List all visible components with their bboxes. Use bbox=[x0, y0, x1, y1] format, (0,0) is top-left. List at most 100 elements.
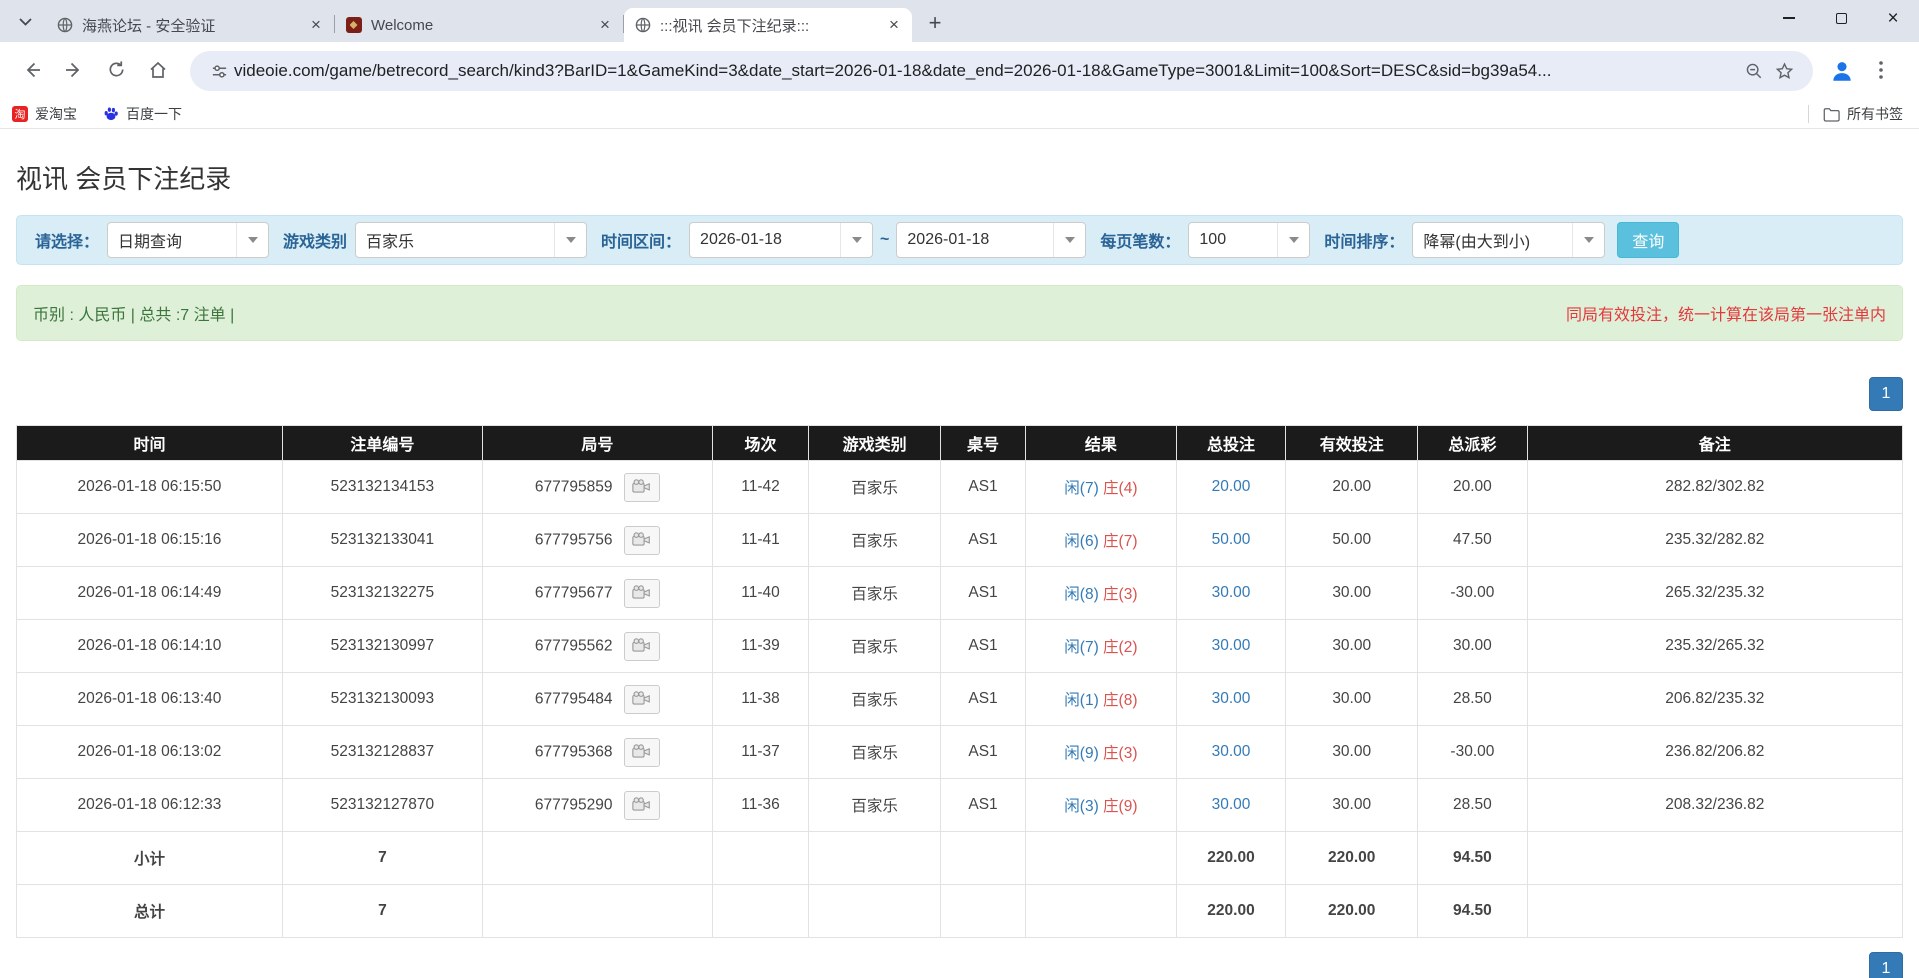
reload-icon bbox=[107, 60, 126, 82]
total-bet-link[interactable]: 20.00 bbox=[1212, 478, 1251, 495]
page-1-button[interactable]: 1 bbox=[1869, 952, 1903, 978]
tab-haiyan-forum[interactable]: 海燕论坛 - 安全验证 × bbox=[46, 8, 334, 42]
cell-round-id: 677795756 bbox=[482, 514, 712, 567]
total-bet-link[interactable]: 30.00 bbox=[1212, 637, 1251, 654]
maximize-icon bbox=[1836, 13, 1847, 24]
select-type-label: 请选择： bbox=[35, 228, 99, 252]
cell-game: 百家乐 bbox=[809, 461, 941, 514]
address-bar[interactable]: videoie.com/game/betrecord_search/kind3?… bbox=[190, 51, 1813, 91]
result-player: 闲(7) bbox=[1064, 480, 1098, 497]
tab-close-icon[interactable]: × bbox=[306, 15, 326, 35]
column-header: 场次 bbox=[712, 426, 808, 461]
date-start-select[interactable]: 2026-01-18 bbox=[689, 222, 873, 258]
cell-round-id: 677795368 bbox=[482, 726, 712, 779]
empty-cell bbox=[941, 885, 1026, 938]
pagination-bottom: 1 bbox=[16, 952, 1903, 978]
tab-search-button[interactable] bbox=[10, 6, 40, 36]
cell-payout: 28.50 bbox=[1418, 779, 1527, 832]
date-end-value: 2026-01-18 bbox=[897, 231, 1053, 249]
browser-menu-button[interactable] bbox=[1863, 53, 1899, 89]
column-header: 总派彩 bbox=[1418, 426, 1527, 461]
cell-session: 11-37 bbox=[712, 726, 808, 779]
sort-label: 时间排序： bbox=[1324, 228, 1404, 252]
table-row: 2026-01-18 06:12:33 523132127870 6777952… bbox=[17, 779, 1903, 832]
cell-game: 百家乐 bbox=[809, 620, 941, 673]
table-row: 2026-01-18 06:13:02 523132128837 6777953… bbox=[17, 726, 1903, 779]
total-bet-link[interactable]: 30.00 bbox=[1212, 796, 1251, 813]
date-end-select[interactable]: 2026-01-18 bbox=[896, 222, 1086, 258]
sort-value: 降幂(由大到小) bbox=[1413, 228, 1572, 252]
cell-result: 闲(9) 庄(3) bbox=[1025, 726, 1176, 779]
total-bet-link[interactable]: 50.00 bbox=[1212, 531, 1251, 548]
search-button[interactable]: 查询 bbox=[1617, 222, 1679, 258]
table-row: 2026-01-18 06:15:16 523132133041 6777957… bbox=[17, 514, 1903, 567]
subtotal-label: 小计 bbox=[17, 832, 283, 885]
reload-button[interactable] bbox=[98, 53, 134, 89]
cell-valid-bet: 20.00 bbox=[1286, 461, 1418, 514]
total-bet-link[interactable]: 30.00 bbox=[1212, 690, 1251, 707]
bookmark-star-icon[interactable] bbox=[1769, 56, 1799, 86]
home-button[interactable] bbox=[140, 53, 176, 89]
tab-close-icon[interactable]: × bbox=[884, 15, 904, 35]
total-bet-link[interactable]: 30.00 bbox=[1212, 584, 1251, 601]
profile-avatar[interactable] bbox=[1825, 54, 1859, 88]
page-1-button[interactable]: 1 bbox=[1869, 377, 1903, 411]
forward-button[interactable] bbox=[56, 53, 92, 89]
result-banker: 庄(2) bbox=[1103, 639, 1137, 656]
globe-icon bbox=[634, 17, 651, 34]
all-bookmarks-button[interactable]: 所有书签 bbox=[1823, 104, 1903, 124]
subtotal-payout: 94.50 bbox=[1418, 832, 1527, 885]
cell-table-no: AS1 bbox=[941, 567, 1026, 620]
close-button[interactable]: × bbox=[1867, 0, 1919, 36]
tab-welcome[interactable]: Welcome × bbox=[335, 8, 623, 42]
cell-table-no: AS1 bbox=[941, 461, 1026, 514]
cell-table-no: AS1 bbox=[941, 620, 1026, 673]
new-tab-button[interactable]: + bbox=[920, 8, 950, 38]
back-button[interactable] bbox=[14, 53, 50, 89]
replay-video-button[interactable] bbox=[624, 473, 660, 502]
maximize-button[interactable] bbox=[1815, 0, 1867, 36]
result-banker: 庄(3) bbox=[1103, 745, 1137, 762]
cell-note: 206.82/235.32 bbox=[1527, 673, 1902, 726]
replay-video-button[interactable] bbox=[624, 685, 660, 714]
round-id: 677795677 bbox=[535, 584, 613, 601]
result-player: 闲(7) bbox=[1064, 639, 1098, 656]
cell-bet-id: 523132130093 bbox=[282, 673, 482, 726]
cell-payout: 47.50 bbox=[1418, 514, 1527, 567]
valid-bet-notice-text: 同局有效投注，统一计算在该局第一张注单内 bbox=[1566, 301, 1886, 325]
video-camera-icon bbox=[632, 585, 651, 602]
minimize-button[interactable] bbox=[1763, 0, 1815, 36]
cell-result: 闲(7) 庄(2) bbox=[1025, 620, 1176, 673]
cell-table-no: AS1 bbox=[941, 779, 1026, 832]
cell-result: 闲(3) 庄(9) bbox=[1025, 779, 1176, 832]
query-type-select[interactable]: 日期查询 bbox=[107, 222, 269, 258]
cell-note: 208.32/236.82 bbox=[1527, 779, 1902, 832]
cell-valid-bet: 30.00 bbox=[1286, 726, 1418, 779]
cell-round-id: 677795484 bbox=[482, 673, 712, 726]
sort-select[interactable]: 降幂(由大到小) bbox=[1412, 222, 1605, 258]
replay-video-button[interactable] bbox=[624, 579, 660, 608]
column-header: 注单编号 bbox=[282, 426, 482, 461]
page-size-select[interactable]: 100 bbox=[1188, 222, 1310, 258]
table-header-row: 时间注单编号局号场次游戏类别桌号结果总投注有效投注总派彩备注 bbox=[17, 426, 1903, 461]
replay-video-button[interactable] bbox=[624, 526, 660, 555]
chevron-down-icon bbox=[236, 223, 268, 257]
site-settings-icon[interactable] bbox=[204, 56, 234, 86]
total-label: 总计 bbox=[17, 885, 283, 938]
taobao-icon: 淘 bbox=[12, 106, 28, 122]
bookmark-baidu[interactable]: 百度一下 bbox=[103, 104, 182, 124]
game-type-select[interactable]: 百家乐 bbox=[355, 222, 587, 258]
replay-video-button[interactable] bbox=[624, 791, 660, 820]
bookmark-aitaobao[interactable]: 淘 爱淘宝 bbox=[12, 104, 77, 124]
replay-video-button[interactable] bbox=[624, 632, 660, 661]
column-header: 游戏类别 bbox=[809, 426, 941, 461]
cell-time: 2026-01-18 06:14:10 bbox=[17, 620, 283, 673]
tab-close-icon[interactable]: × bbox=[595, 15, 615, 35]
replay-video-button[interactable] bbox=[624, 738, 660, 767]
tab-bet-records-active[interactable]: :::视讯 会员下注纪录::: × bbox=[624, 8, 912, 42]
zoom-out-icon[interactable] bbox=[1739, 56, 1769, 86]
total-bet-link[interactable]: 30.00 bbox=[1212, 743, 1251, 760]
result-player: 闲(1) bbox=[1064, 692, 1098, 709]
video-camera-icon bbox=[632, 744, 651, 761]
cell-game: 百家乐 bbox=[809, 567, 941, 620]
